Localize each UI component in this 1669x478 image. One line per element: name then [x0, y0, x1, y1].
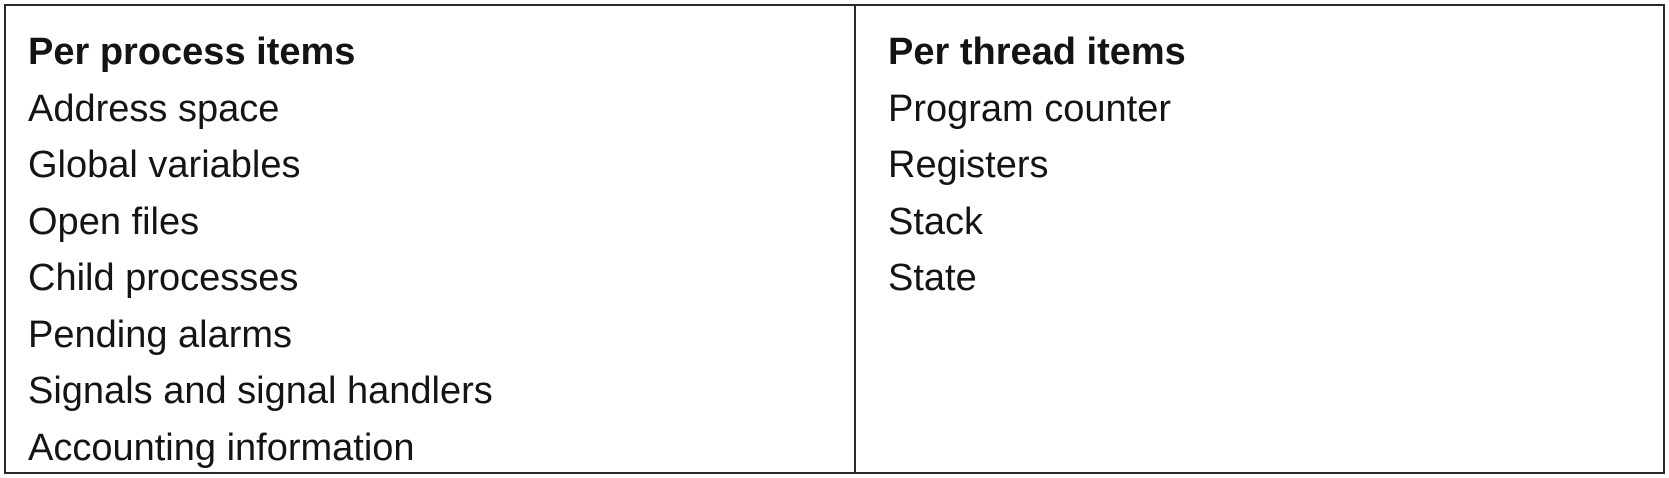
per-thread-header: Per thread items	[888, 31, 1186, 73]
per-process-list: Address space Global variables Open file…	[28, 81, 854, 477]
per-thread-item: Stack	[888, 200, 984, 243]
per-process-item: Accounting information	[28, 426, 415, 469]
per-thread-column: Per thread items Program counter Registe…	[856, 6, 1663, 472]
per-thread-list: Program counter Registers Stack State	[888, 81, 1663, 307]
per-thread-item: Program counter	[888, 87, 1172, 130]
per-process-item: Pending alarms	[28, 313, 293, 356]
per-thread-item: Registers	[888, 144, 1049, 186]
per-thread-item: State	[888, 257, 977, 299]
per-process-item: Signals and signal handlers	[28, 370, 493, 412]
per-process-column: Per process items Address space Global v…	[6, 6, 856, 472]
per-process-item: Open files	[28, 200, 200, 243]
items-table: Per process items Address space Global v…	[4, 4, 1665, 474]
per-process-item: Global variables	[28, 144, 301, 186]
per-process-header: Per process items	[28, 31, 356, 73]
per-process-item: Child processes	[28, 257, 299, 299]
per-process-item: Address space	[28, 87, 280, 130]
